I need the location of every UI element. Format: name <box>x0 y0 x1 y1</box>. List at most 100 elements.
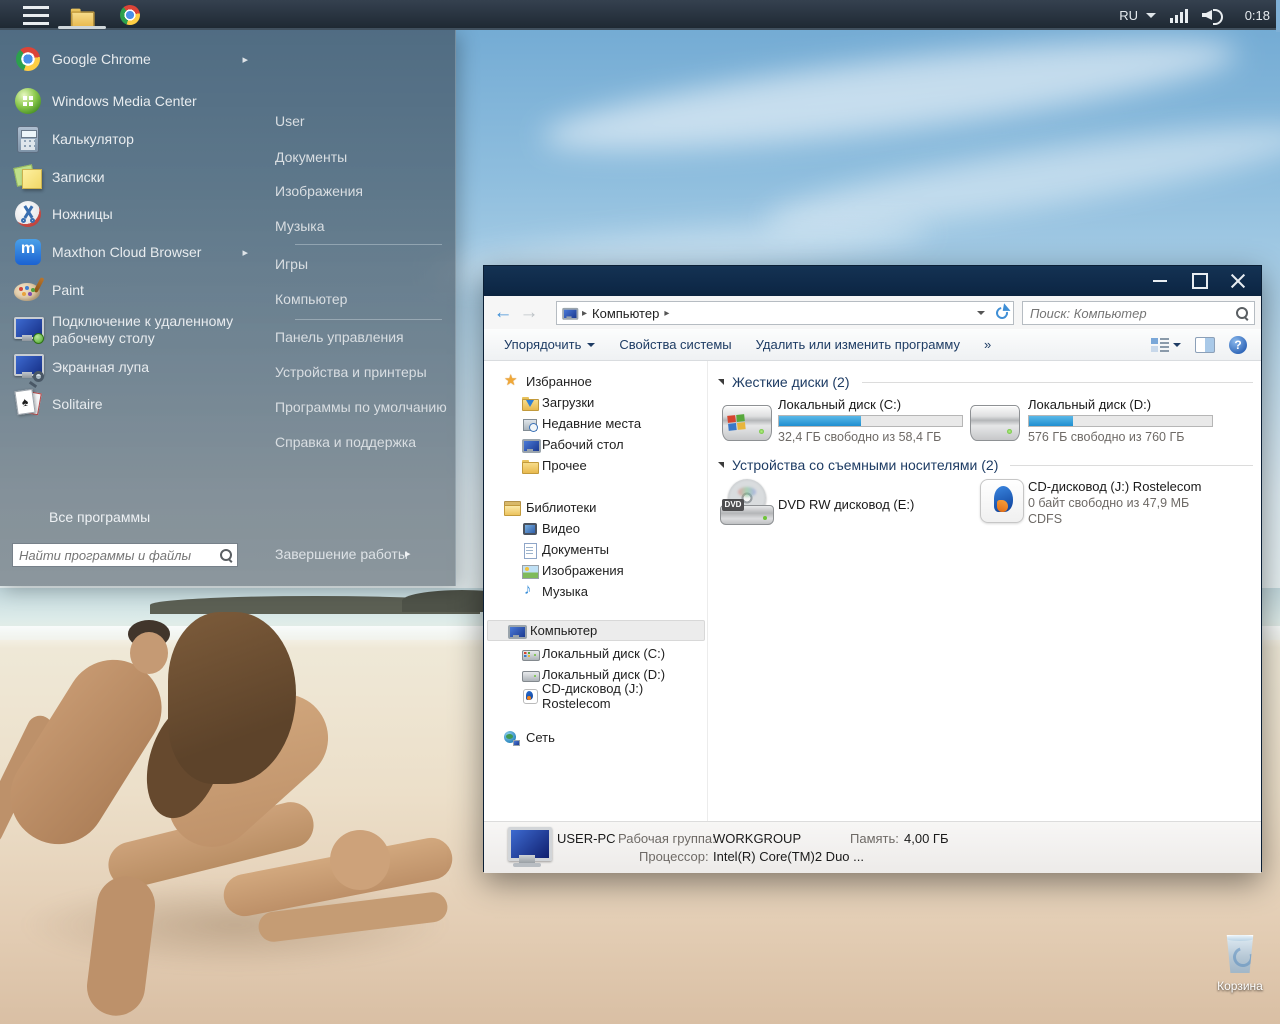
close-button[interactable] <box>1221 266 1255 296</box>
details-pane: USER-PC Рабочая группа: WORKGROUP Память… <box>484 821 1261 873</box>
back-button[interactable]: ← <box>490 300 516 326</box>
taskbar-clock[interactable]: 0:18 <box>1236 8 1270 23</box>
wallpaper-couple <box>0 560 520 1024</box>
toolbar-overflow-button[interactable]: » <box>984 337 991 352</box>
search-icon[interactable] <box>1235 306 1249 320</box>
preview-pane-button[interactable] <box>1195 337 1215 353</box>
start-right-default-programs[interactable]: Программы по умолчанию <box>260 393 456 421</box>
nav-cd-rostelecom[interactable]: CD-дисковод (J:) Rostelecom <box>484 685 707 706</box>
computer-icon <box>504 827 550 869</box>
help-button[interactable]: ? <box>1229 336 1247 354</box>
start-item-maxthon[interactable]: Maxthon Cloud Browser <box>0 233 258 271</box>
search-input[interactable] <box>1028 305 1235 322</box>
music-note-icon <box>522 584 538 600</box>
start-right-control-panel[interactable]: Панель управления <box>260 323 456 351</box>
nav-recent-places[interactable]: Недавние места <box>484 413 707 434</box>
desktop-icon-recycle-bin[interactable]: Корзина <box>1208 935 1272 1005</box>
taskbar-chrome-button[interactable] <box>112 0 148 30</box>
shutdown-button[interactable]: Завершение работы <box>260 540 456 568</box>
paint-icon <box>12 274 44 306</box>
system-properties-button[interactable]: Свойства системы <box>619 337 731 352</box>
start-item-remote-desktop[interactable]: Подключение к удаленному рабочему столу <box>0 308 258 352</box>
nav-other[interactable]: Прочее <box>484 455 707 476</box>
start-item-sticky-notes[interactable]: Записки <box>0 158 258 196</box>
minimize-button[interactable] <box>1143 266 1177 296</box>
start-search-input[interactable] <box>17 547 219 564</box>
nav-network[interactable]: Сеть <box>484 727 707 748</box>
breadcrumb-computer[interactable]: Компьютер <box>592 306 659 321</box>
start-right-devices-printers[interactable]: Устройства и принтеры <box>260 358 456 386</box>
workgroup-value: WORKGROUP <box>713 831 801 846</box>
nav-documents[interactable]: Документы <box>484 539 707 560</box>
start-item-media-center[interactable]: Windows Media Center <box>0 82 258 120</box>
computer-icon <box>508 623 524 639</box>
nav-favorites[interactable]: Избранное <box>484 371 707 392</box>
taskbar: RU 0:18 <box>0 0 1280 30</box>
divider <box>295 319 442 320</box>
start-right-pictures[interactable]: Изображения <box>260 177 456 205</box>
all-programs-button[interactable]: Все программы <box>49 506 150 528</box>
star-icon <box>504 374 520 390</box>
maximize-button[interactable] <box>1183 266 1217 296</box>
start-right-games[interactable]: Игры <box>260 250 456 278</box>
drive-icon <box>522 667 538 683</box>
refresh-icon[interactable] <box>995 306 1009 320</box>
nav-music[interactable]: Музыка <box>484 581 707 602</box>
desktop: Корзина ← → ▸ Компьютер ▸ <box>0 0 1280 1024</box>
start-right-computer[interactable]: Компьютер <box>260 285 456 313</box>
nav-computer[interactable]: Компьютер <box>487 620 705 641</box>
volume-icon[interactable] <box>1202 7 1222 23</box>
language-indicator[interactable]: RU <box>1119 8 1156 23</box>
collapse-triangle-icon <box>718 462 724 468</box>
address-row: ← → ▸ Компьютер ▸ <box>484 296 1261 329</box>
show-desktop-button[interactable] <box>1276 0 1280 32</box>
nav-pictures[interactable]: Изображения <box>484 560 707 581</box>
network-icon <box>504 730 520 746</box>
start-item-calculator[interactable]: Калькулятор <box>0 120 258 158</box>
rostelecom-disc-icon <box>522 688 538 704</box>
start-right-help-support[interactable]: Справка и поддержка <box>260 428 456 456</box>
nav-libraries[interactable]: Библиотеки <box>484 497 707 518</box>
forward-button[interactable]: → <box>516 300 542 326</box>
organize-button[interactable]: Упорядочить <box>504 337 595 352</box>
start-right-music[interactable]: Музыка <box>260 212 456 240</box>
libraries-icon <box>504 500 520 516</box>
start-right-user[interactable]: User <box>260 107 456 135</box>
uninstall-program-button[interactable]: Удалить или изменить программу <box>756 337 960 352</box>
start-item-snipping-tool[interactable]: Ножницы <box>0 195 258 233</box>
hamburger-icon <box>23 14 49 17</box>
nav-videos[interactable]: Видео <box>484 518 707 539</box>
chrome-icon <box>12 43 44 75</box>
maxthon-icon <box>12 236 44 268</box>
address-dropdown-icon[interactable] <box>977 311 985 315</box>
start-search-box[interactable] <box>12 543 238 567</box>
recent-places-icon <box>522 416 538 432</box>
calculator-icon <box>12 123 44 155</box>
start-item-paint[interactable]: Paint <box>0 271 258 309</box>
start-button[interactable] <box>14 0 58 30</box>
start-item-magnifier[interactable]: Экранная лупа <box>0 348 258 386</box>
folder-icon <box>522 458 538 474</box>
network-signal-icon[interactable] <box>1170 8 1188 23</box>
computer-name: USER-PC <box>557 831 616 846</box>
nav-downloads[interactable]: Загрузки <box>484 392 707 413</box>
explorer-folder-icon <box>71 6 93 28</box>
change-view-button[interactable] <box>1151 337 1181 353</box>
address-bar[interactable]: ▸ Компьютер ▸ <box>556 301 1014 325</box>
nav-desktop[interactable]: Рабочий стол <box>484 434 707 455</box>
explorer-window: ← → ▸ Компьютер ▸ Упорядочить Свойст <box>483 265 1262 872</box>
start-menu-right-column: User Документы Изображения Музыка Игры К… <box>260 30 456 586</box>
search-box[interactable] <box>1022 301 1255 325</box>
nav-disk-c[interactable]: Локальный диск (C:) <box>484 643 707 664</box>
capacity-bar <box>1028 415 1213 427</box>
start-right-documents[interactable]: Документы <box>260 143 456 171</box>
start-item-google-chrome[interactable]: Google Chrome <box>0 40 258 78</box>
group-header-hard-disks[interactable]: Жесткие диски (2) <box>708 373 1263 391</box>
window-titlebar[interactable] <box>484 266 1261 296</box>
start-item-solitaire[interactable]: Solitaire <box>0 385 258 423</box>
search-icon <box>219 548 233 562</box>
group-header-removable[interactable]: Устройства со съемными носителями (2) <box>708 456 1263 474</box>
chrome-icon <box>120 5 140 25</box>
snipping-tool-icon <box>12 198 44 230</box>
magnifier-app-icon <box>12 351 44 383</box>
